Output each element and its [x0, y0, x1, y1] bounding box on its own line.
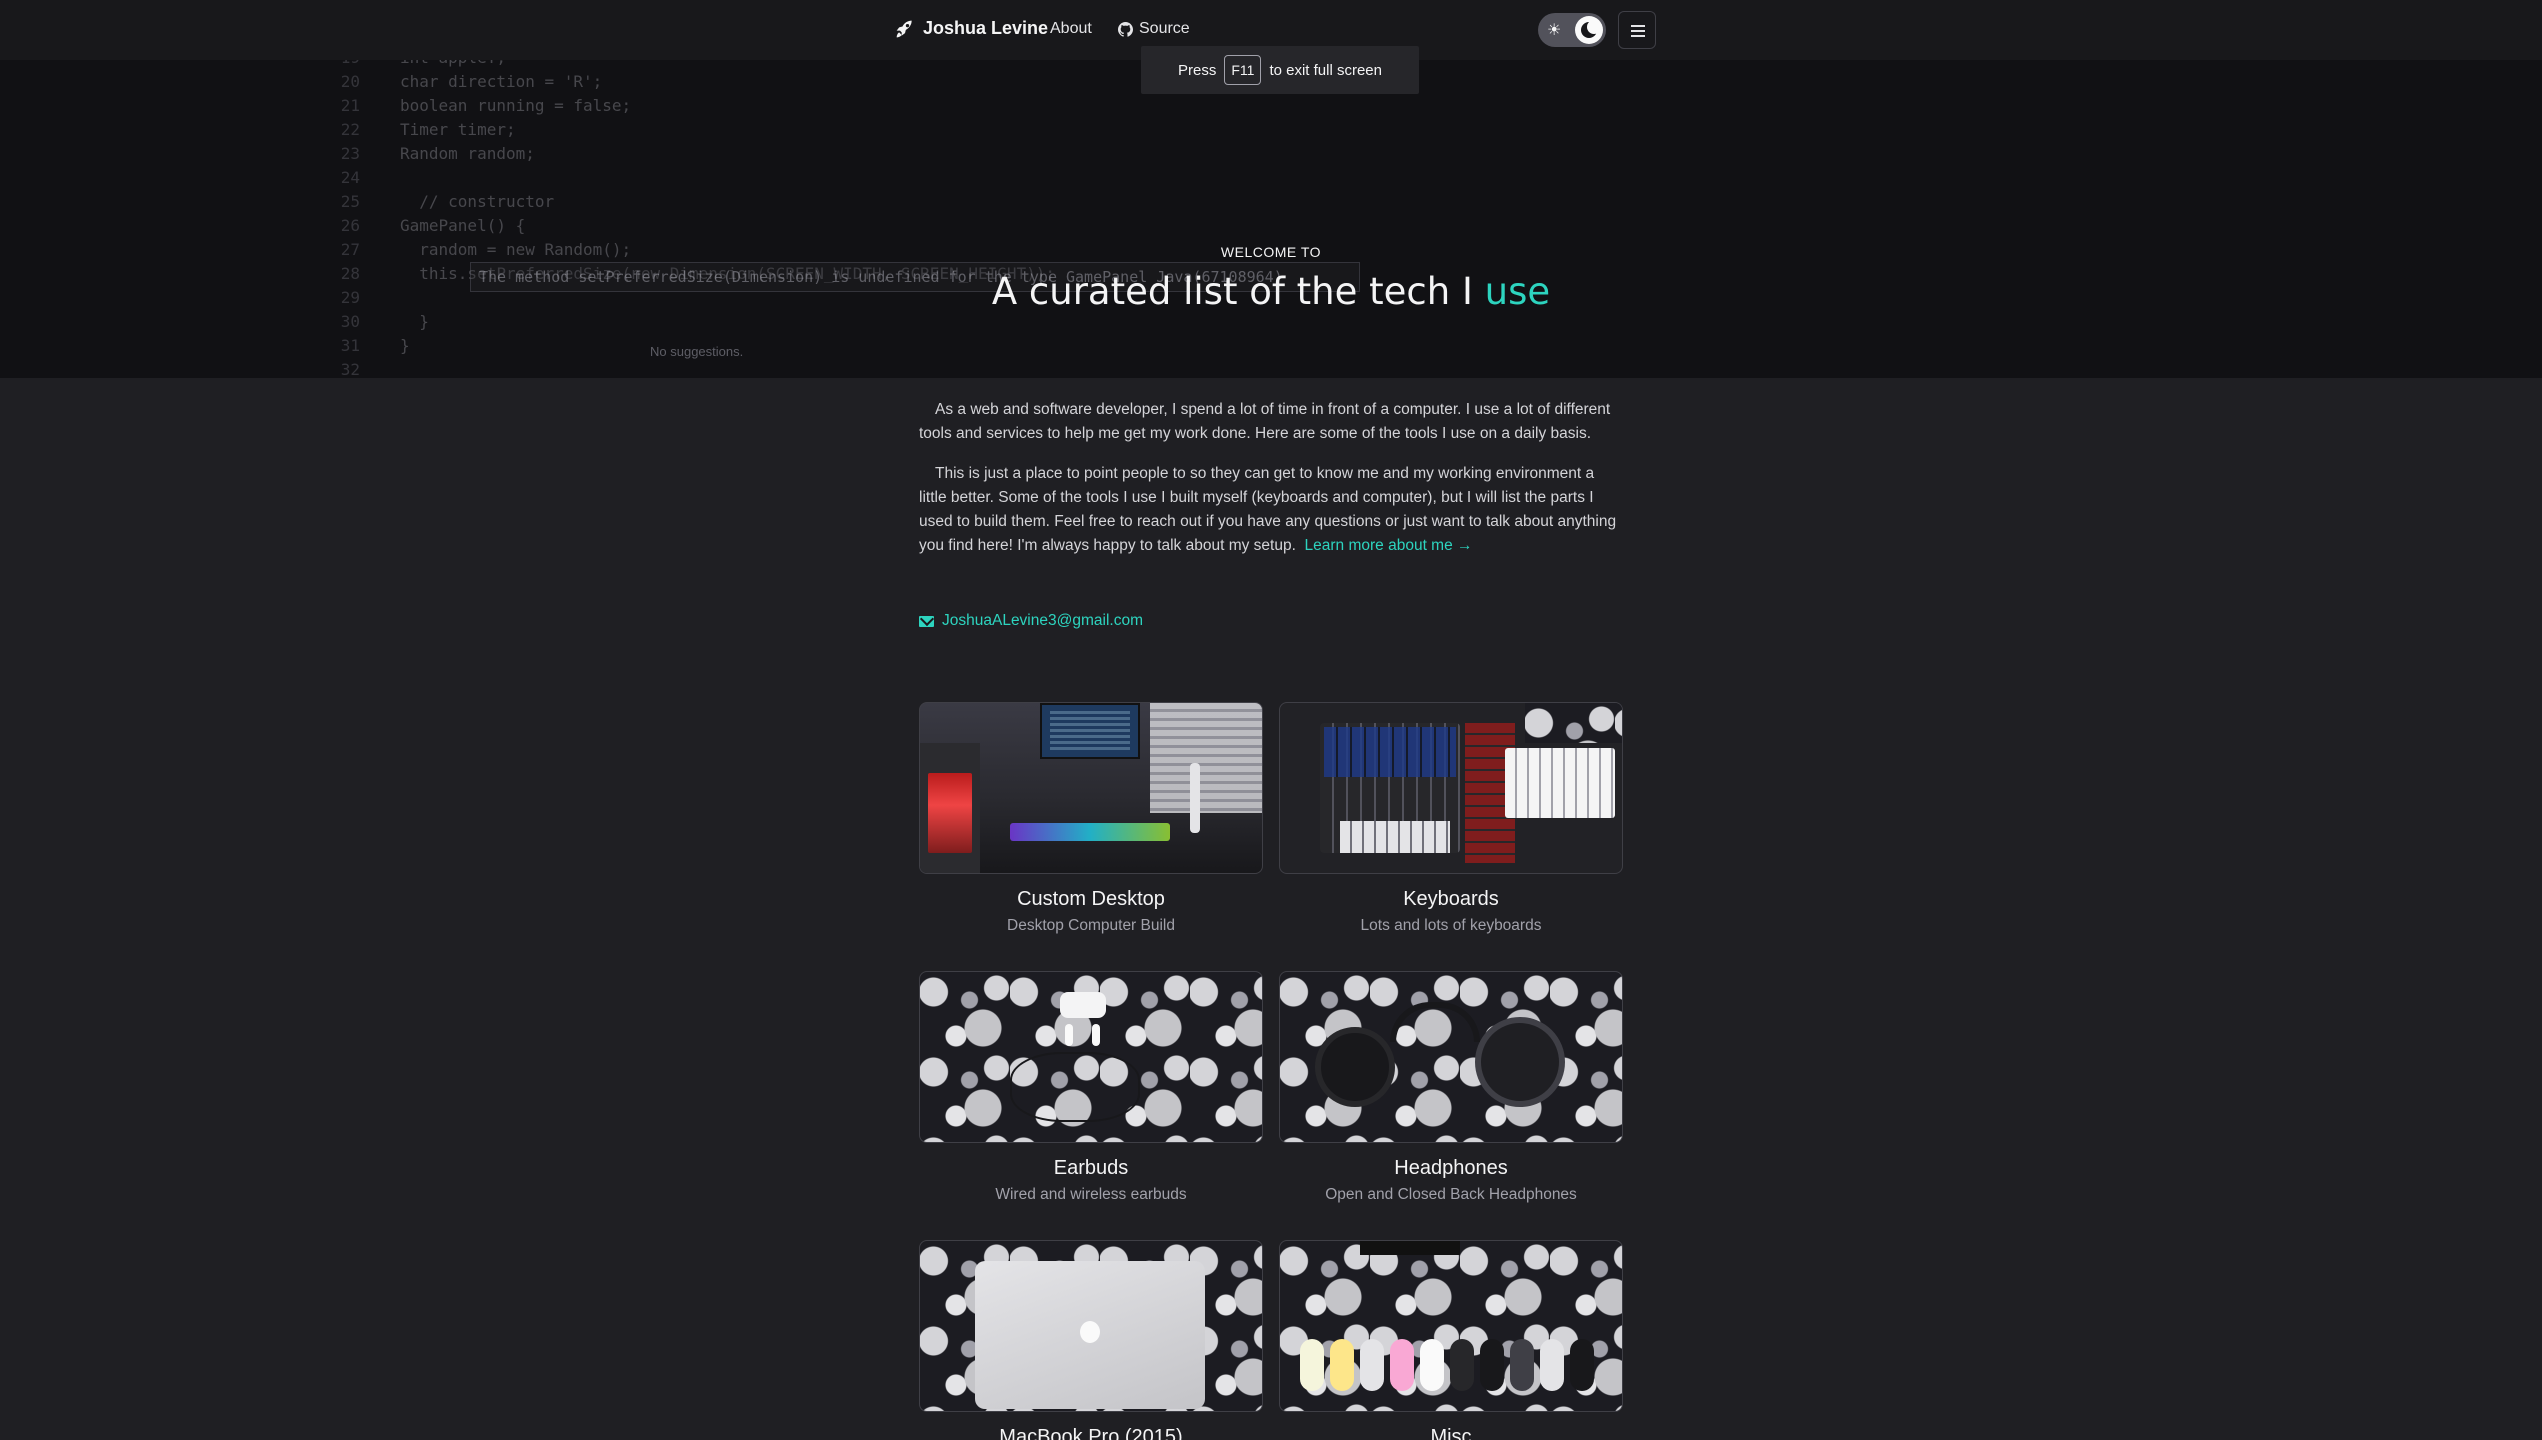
code-line-text: // constructor	[400, 192, 555, 211]
code-line-text: Random random;	[400, 144, 535, 163]
card-title: MacBook Pro (2015)	[999, 1426, 1183, 1440]
code-line-number: 26	[340, 216, 360, 235]
desktop-setup-image	[919, 702, 1263, 874]
code-line-text: int appleY;	[400, 60, 506, 67]
source-label: Source	[1139, 20, 1190, 37]
code-line-number: 25	[340, 192, 360, 211]
page-title: A curated list of the tech I use	[0, 270, 2542, 313]
card-keyboards[interactable]: Keyboards Lots and lots of keyboards	[1279, 702, 1623, 935]
card-subtitle: Open and Closed Back Headphones	[1325, 1186, 1577, 1203]
toast-press: Press	[1178, 61, 1217, 79]
card-title: Headphones	[1394, 1157, 1508, 1179]
no-suggestions-label: No suggestions.	[650, 344, 744, 359]
email-address: JoshuaALevine3@gmail.com	[942, 612, 1143, 629]
moon-icon	[1581, 20, 1601, 38]
nav-source-link[interactable]: Source	[1118, 20, 1190, 38]
code-line-number: 21	[340, 96, 360, 115]
card-subtitle: Wired and wireless earbuds	[995, 1186, 1187, 1203]
card-subtitle: Lots and lots of keyboards	[1360, 917, 1542, 934]
sun-icon: ☀	[1547, 22, 1562, 39]
code-line-text: Timer timer;	[400, 120, 516, 139]
code-line-text: }	[400, 312, 429, 331]
menu-line	[1631, 35, 1645, 37]
card-title: Custom Desktop	[1017, 888, 1165, 910]
email-link[interactable]: JoshuaALevine3@gmail.com	[919, 612, 1143, 630]
code-line-number: 32	[340, 360, 360, 378]
misc-mice-image	[1279, 1240, 1623, 1412]
code-line-text: boolean running = false;	[400, 96, 632, 115]
envelope-icon	[919, 615, 934, 627]
intro-paragraph-2: This is just a place to point people to …	[919, 462, 1623, 558]
keyboards-image	[1279, 702, 1623, 874]
brand-name: Joshua Levine	[923, 18, 1049, 38]
intro-paragraph-1: As a web and software developer, I spend…	[919, 401, 1611, 442]
welcome-label: WELCOME TO	[1220, 244, 1322, 260]
code-line-text: GamePanel() {	[400, 216, 526, 235]
github-icon	[1118, 21, 1133, 37]
headline-accent: use	[1484, 270, 1551, 313]
menu-line	[1631, 30, 1645, 32]
macbook-image	[919, 1240, 1263, 1412]
toast-suffix: to exit full screen	[1269, 61, 1382, 79]
brand-link[interactable]: Joshua Levine	[895, 18, 1048, 39]
code-line-text: char direction = 'R';	[400, 72, 603, 91]
code-line-number: 20	[340, 72, 360, 91]
intro-paragraph-2-text: This is just a place to point people to …	[919, 465, 1617, 554]
card-earbuds[interactable]: Earbuds Wired and wireless earbuds	[919, 971, 1263, 1204]
code-line-text: }	[400, 336, 410, 355]
hamburger-menu-button[interactable]	[1618, 11, 1656, 49]
nav-about-link[interactable]: About	[1050, 20, 1092, 38]
theme-toggle[interactable]: ☀	[1538, 13, 1606, 47]
rocket-icon	[896, 20, 912, 37]
fullscreen-toast: Press F11 to exit full screen	[1141, 46, 1419, 94]
hero-banner: 19 int appleY; 20 char direction = 'R'; 21 bo…	[0, 60, 2542, 378]
intro-section: As a web and software developer, I spend…	[919, 398, 1623, 574]
code-line-number: 24	[340, 168, 360, 187]
card-title: Misc	[1430, 1426, 1472, 1440]
card-subtitle: Desktop Computer Build	[1007, 917, 1175, 934]
card-macbook[interactable]: MacBook Pro (2015)	[919, 1240, 1263, 1440]
card-headphones[interactable]: Headphones Open and Closed Back Headphon…	[1279, 971, 1623, 1204]
card-custom-desktop[interactable]: Custom Desktop Desktop Computer Build	[919, 702, 1263, 935]
card-misc[interactable]: Misc	[1279, 1240, 1623, 1440]
headphones-image	[1279, 971, 1623, 1143]
code-line-number: 23	[340, 144, 360, 163]
card-title: Keyboards	[1403, 888, 1499, 910]
card-title: Earbuds	[1053, 1157, 1129, 1179]
learn-more-link[interactable]: Learn more about me →	[1305, 537, 1473, 554]
code-line-number: 19	[330, 60, 360, 67]
code-line-number: 30	[340, 312, 360, 331]
code-line-number: 31	[340, 336, 360, 355]
code-line-number: 22	[340, 120, 360, 139]
earbuds-image	[919, 971, 1263, 1143]
toast-key: F11	[1224, 55, 1262, 85]
menu-line	[1631, 25, 1645, 27]
toggle-knob	[1575, 16, 1603, 44]
headline-main: A curated list of the tech I	[991, 270, 1473, 313]
